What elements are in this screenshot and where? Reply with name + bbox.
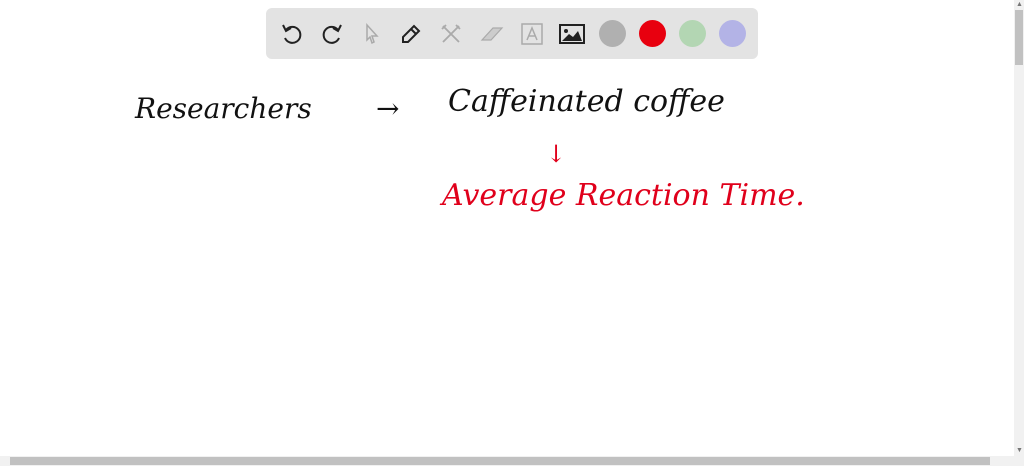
scroll-down-icon[interactable]: ▼ — [1016, 446, 1023, 456]
tools-icon[interactable] — [437, 20, 465, 48]
horizontal-scroll-thumb[interactable] — [10, 457, 990, 465]
color-lavender[interactable] — [719, 20, 746, 47]
vertical-scroll-thumb[interactable] — [1015, 10, 1023, 65]
image-icon[interactable] — [558, 20, 586, 48]
scroll-up-icon[interactable]: ▲ — [1016, 0, 1023, 10]
pen-icon[interactable] — [397, 20, 425, 48]
color-green[interactable] — [679, 20, 706, 47]
handwriting-arrow-right: → — [376, 92, 400, 125]
undo-icon[interactable] — [278, 20, 306, 48]
drawing-toolbar — [266, 8, 758, 59]
eraser-icon[interactable] — [478, 20, 506, 48]
select-icon[interactable] — [358, 20, 386, 48]
handwriting-average-reaction-time: Average Reaction Time. — [442, 178, 805, 213]
vertical-scrollbar[interactable]: ▲ ▼ — [1014, 0, 1024, 456]
color-gray[interactable] — [599, 20, 626, 47]
handwriting-researchers: Researchers — [135, 92, 312, 125]
redo-icon[interactable] — [318, 20, 346, 48]
text-icon[interactable] — [518, 20, 546, 48]
handwriting-arrow-down: ↓ — [546, 140, 567, 168]
horizontal-scrollbar[interactable] — [0, 456, 1024, 466]
color-red[interactable] — [639, 20, 666, 47]
handwriting-caffeinated-coffee: Caffeinated coffee — [448, 84, 725, 119]
